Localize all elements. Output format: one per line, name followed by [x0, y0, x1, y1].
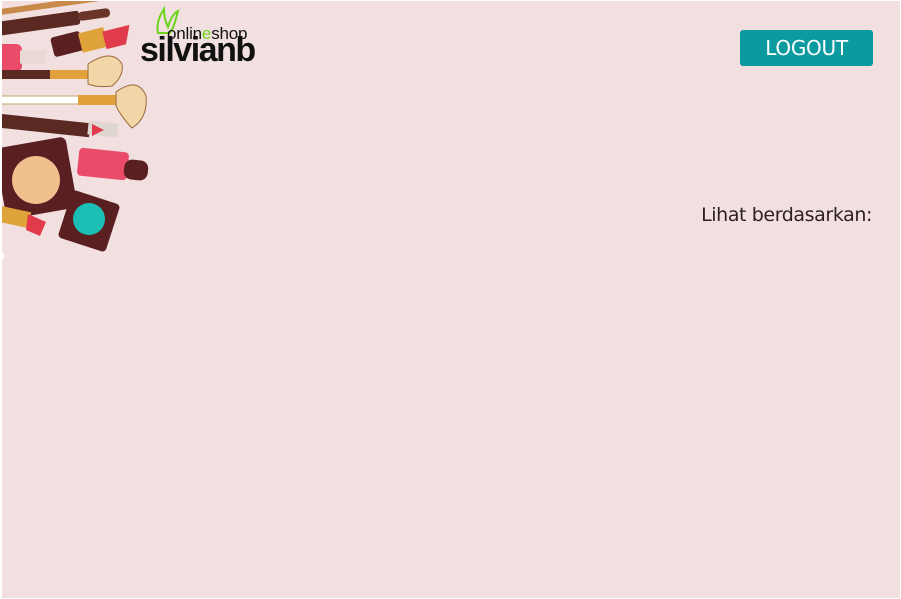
cosmetics-illustration	[2, 1, 149, 252]
brand-logo[interactable]: onlineshop silvianb	[140, 5, 285, 67]
logout-button[interactable]: LOGOUT	[740, 30, 873, 66]
page-background: onlineshop silvianb LOGOUT Lihat berdasa…	[2, 1, 900, 598]
logo-wordmark: silvianb	[140, 31, 256, 69]
lipstick-icon	[50, 24, 130, 57]
lip-gloss-icon	[77, 147, 149, 181]
nail-polish-icon	[2, 44, 46, 72]
view-by-label: Lihat berdasarkan:	[701, 204, 872, 226]
page-edge	[2, 253, 4, 259]
compact-powder-icon	[2, 137, 77, 219]
lip-pencil-icon	[2, 112, 119, 138]
